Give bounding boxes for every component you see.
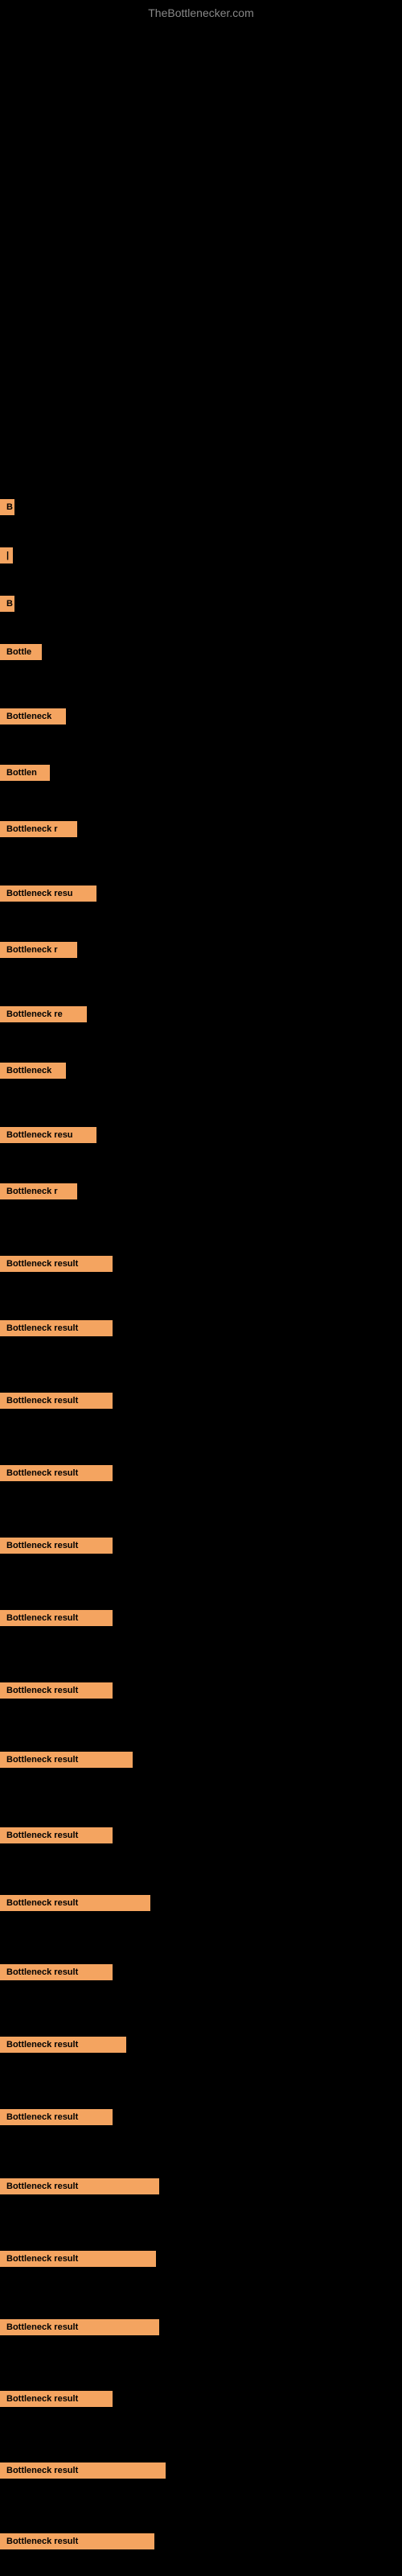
badge-24: Bottleneck result <box>0 1964 113 1980</box>
badge-21: Bottleneck result <box>0 1752 133 1768</box>
badge-5: Bottleneck <box>0 708 66 724</box>
badge-14: Bottleneck result <box>0 1256 113 1272</box>
badge-26: Bottleneck result <box>0 2109 113 2125</box>
badge-6: Bottlen <box>0 765 50 781</box>
badge-19: Bottleneck result <box>0 1610 113 1626</box>
badge-12: Bottleneck resu <box>0 1127 96 1143</box>
badge-29: Bottleneck result <box>0 2319 159 2335</box>
badge-18: Bottleneck result <box>0 1538 113 1554</box>
badge-25: Bottleneck result <box>0 2037 126 2053</box>
badge-27: Bottleneck result <box>0 2178 159 2194</box>
badge-1: B <box>0 499 14 515</box>
badge-9: Bottleneck r <box>0 942 77 958</box>
badge-4: Bottle <box>0 644 42 660</box>
badge-32: Bottleneck result <box>0 2533 154 2549</box>
badge-31: Bottleneck result <box>0 2462 166 2479</box>
badge-30: Bottleneck result <box>0 2391 113 2407</box>
badge-10: Bottleneck re <box>0 1006 87 1022</box>
badge-16: Bottleneck result <box>0 1393 113 1409</box>
site-title: TheBottlenecker.com <box>0 0 402 26</box>
badge-15: Bottleneck result <box>0 1320 113 1336</box>
badge-13: Bottleneck r <box>0 1183 77 1199</box>
badge-7: Bottleneck r <box>0 821 77 837</box>
badge-22: Bottleneck result <box>0 1827 113 1843</box>
badge-20: Bottleneck result <box>0 1682 113 1699</box>
badge-11: Bottleneck <box>0 1063 66 1079</box>
badge-23: Bottleneck result <box>0 1895 150 1911</box>
badge-28: Bottleneck result <box>0 2251 156 2267</box>
badge-8: Bottleneck resu <box>0 886 96 902</box>
badge-17: Bottleneck result <box>0 1465 113 1481</box>
badge-3: B <box>0 596 14 612</box>
badge-2: | <box>0 547 13 564</box>
